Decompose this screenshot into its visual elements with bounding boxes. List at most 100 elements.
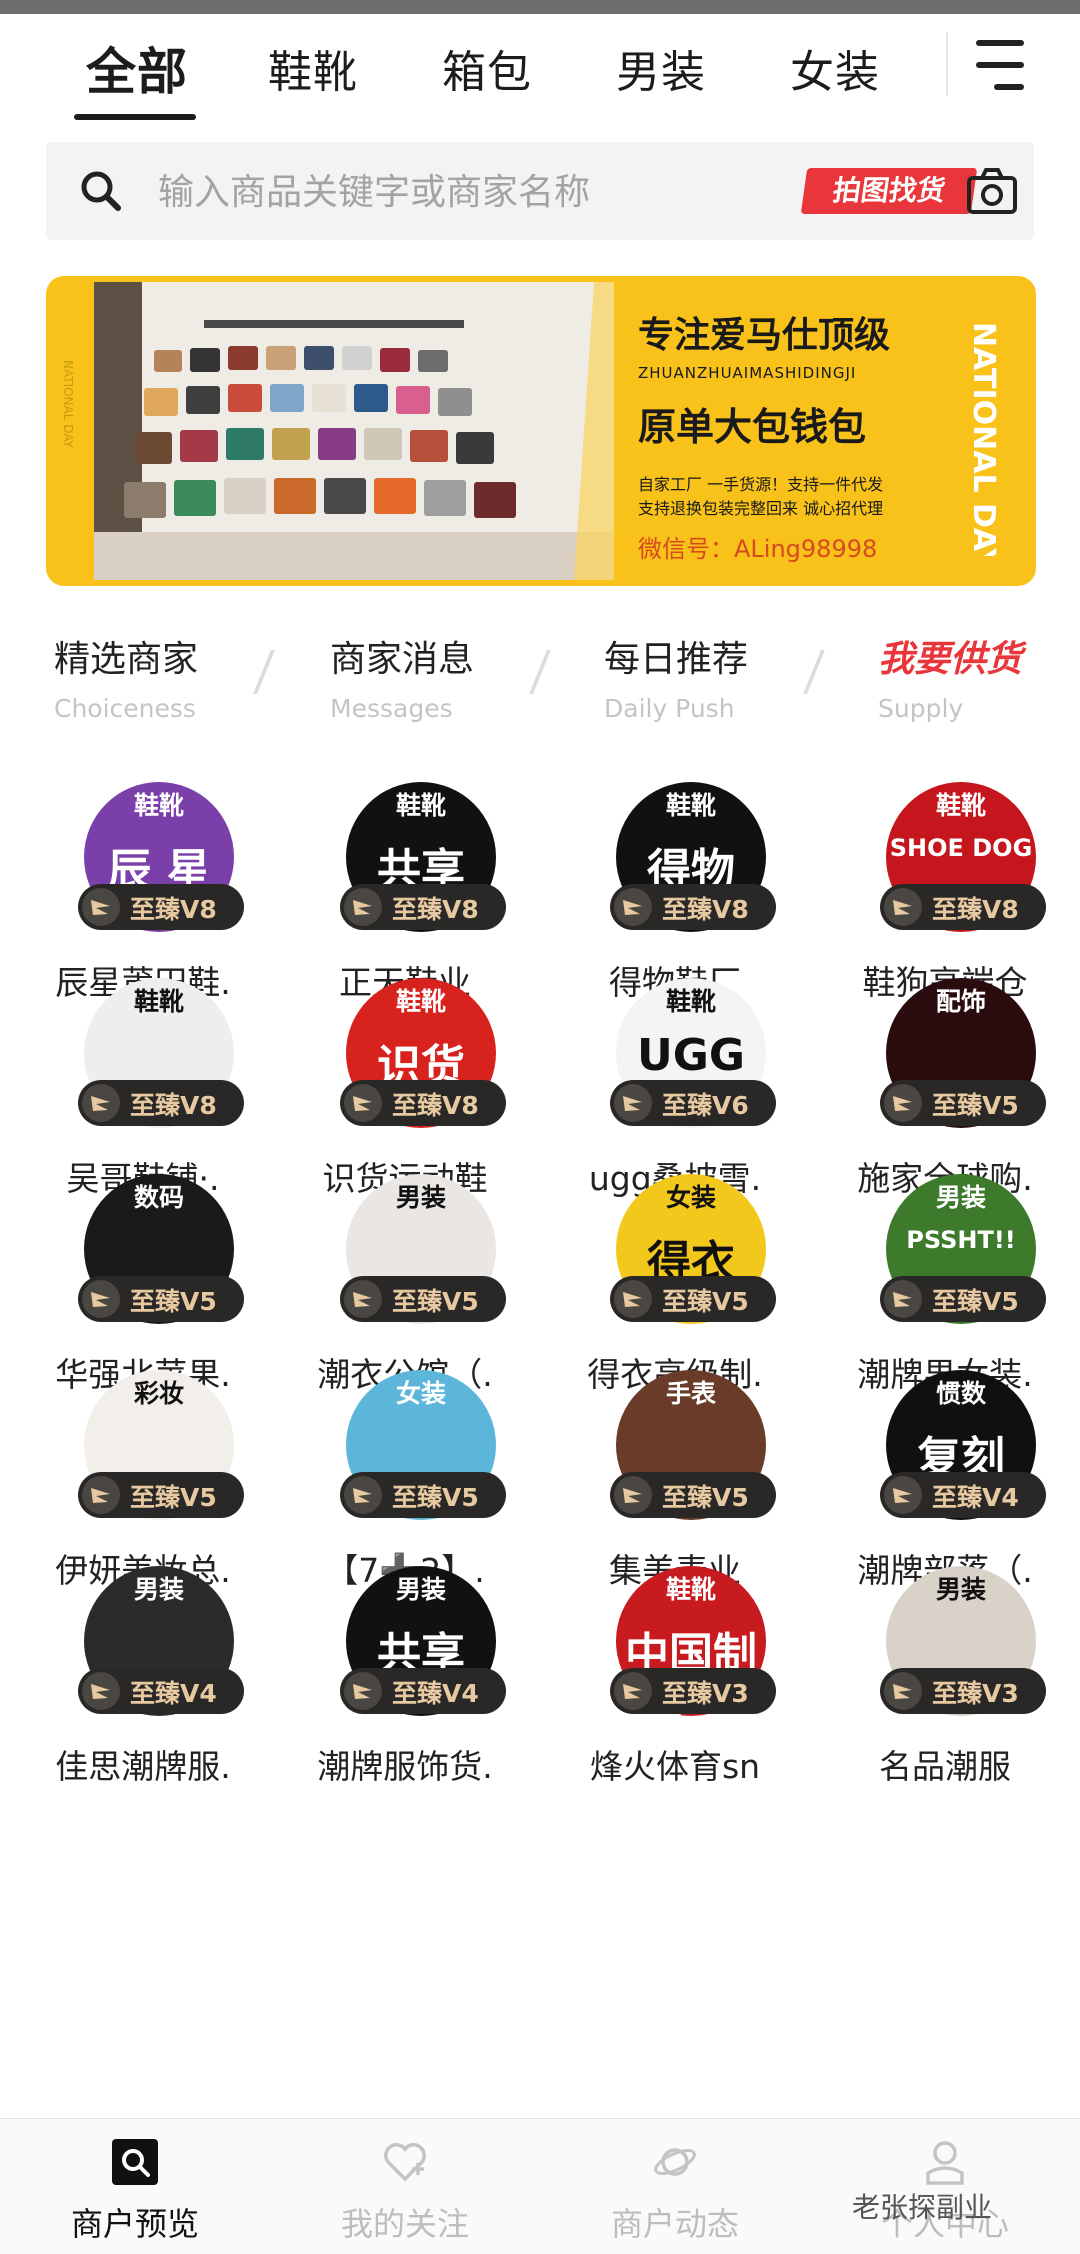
section-choiceness[interactable]: 精选商家 Choiceness [54, 630, 294, 723]
section-title: 每日推荐 [604, 639, 749, 680]
wing-icon [82, 1084, 120, 1122]
section-daily-push[interactable]: 每日推荐 Daily Push [604, 630, 844, 723]
heart-plus-icon [384, 2143, 426, 2182]
merchant-category-tag: 男装 [133, 1575, 184, 1604]
level-badge-label: 至臻V5 [130, 1287, 217, 1316]
banner-pinyin: ZHUANZHUAIMASHIDINGJI [638, 364, 857, 382]
merchant-card[interactable]: 男装 至臻V3 名品潮服 [810, 1554, 1080, 1814]
tab-bags[interactable]: 箱包 [442, 36, 532, 100]
merchant-name: 佳思潮牌服. [55, 1747, 231, 1786]
merchant-category-tag: 鞋靴 [665, 791, 716, 820]
merchant-card[interactable]: 鞋靴中国制造至臻V3烽火体育sn [540, 1554, 810, 1814]
level-badge-label: 至臻V5 [392, 1483, 479, 1512]
section-title: 精选商家 [54, 639, 199, 680]
watermark-text: 老张探副业 [852, 2191, 993, 2224]
banner-desc-1: 自家工厂 一手货源！支持一件代发 [638, 475, 884, 494]
level-badge: 至臻V5 [340, 1276, 506, 1322]
tab-all[interactable]: 全部 [86, 32, 188, 104]
photo-search-button[interactable]: 拍图找货 [800, 168, 978, 214]
merchant-category-tag: 男装 [395, 1183, 446, 1212]
status-strip [0, 0, 1080, 14]
merchant-category-tag: 男装 [935, 1575, 986, 1604]
level-badge-label: 至臻V3 [662, 1679, 749, 1708]
section-subtitle: Choiceness [54, 694, 196, 723]
section-subtitle: Messages [330, 694, 453, 723]
merchant-name: 潮牌服饰货. [317, 1747, 493, 1786]
level-badge-label: 至臻V8 [392, 1091, 479, 1120]
merchant-category-tag: 配饰 [935, 987, 986, 1016]
wing-icon [614, 888, 652, 926]
level-badge-label: 至臻V4 [932, 1483, 1019, 1512]
merchant-name: 烽火体育sn [589, 1747, 761, 1786]
level-badge-label: 至臻V8 [392, 895, 479, 924]
merchant-logo-text: PSSHT!! [906, 1226, 1016, 1254]
person-icon [926, 2141, 964, 2185]
banner-bags-image [94, 282, 614, 580]
level-badge: 至臻V5 [610, 1276, 776, 1322]
wing-icon [884, 1280, 922, 1318]
section-messages[interactable]: 商家消息 Messages [330, 630, 570, 723]
tab-womenswear[interactable]: 女装 [790, 36, 880, 100]
nav-label: 商户动态 [610, 2205, 739, 2243]
level-badge: 至臻V3 [880, 1668, 1046, 1714]
camera-icon[interactable] [966, 166, 1018, 216]
level-badge: 至臻V5 [340, 1472, 506, 1518]
planet-icon [654, 2148, 696, 2176]
level-badge-label: 至臻V4 [392, 1679, 479, 1708]
level-badge: 至臻V8 [880, 884, 1046, 930]
banner-title: 专注爱马仕顶级 [638, 315, 891, 356]
wing-icon [884, 888, 922, 926]
tab-shoes[interactable]: 鞋靴 [268, 36, 358, 100]
wing-icon [884, 1476, 922, 1514]
merchant-category-tag: 彩妆 [133, 1379, 184, 1408]
search-icon [81, 171, 121, 211]
wing-icon [82, 1672, 120, 1710]
wing-icon [614, 1476, 652, 1514]
merchant-category-tag: 数码 [133, 1183, 184, 1212]
section-tabs: 精选商家 Choiceness 商家消息 Messages 每日推荐 Daily… [0, 630, 1080, 740]
merchant-logo-text: UGG [637, 1030, 745, 1081]
level-badge-label: 至臻V8 [130, 895, 217, 924]
level-badge-label: 至臻V5 [392, 1287, 479, 1316]
level-badge-label: 至臻V5 [662, 1483, 749, 1512]
search-icon [112, 2139, 158, 2185]
nav-merchant-preview[interactable]: 商户预览 [0, 2119, 270, 2254]
nav-label: 我的关注 [340, 2205, 469, 2243]
merchant-category-tag: 鞋靴 [665, 1575, 716, 1604]
merchant-category-tag: 惯数 [935, 1379, 986, 1408]
nav-merchant-activity[interactable]: 商户动态 [540, 2119, 810, 2254]
level-badge: 至臻V5 [880, 1080, 1046, 1126]
level-badge: 至臻V4 [880, 1472, 1046, 1518]
wing-icon [344, 888, 382, 926]
level-badge: 至臻V8 [340, 1080, 506, 1126]
wing-icon [884, 1672, 922, 1710]
wing-icon [344, 1476, 382, 1514]
menu-icon[interactable] [972, 40, 1026, 92]
level-badge-label: 至臻V5 [932, 1091, 1019, 1120]
wing-icon [82, 888, 120, 926]
merchant-card[interactable]: 男装 共享 至臻V4 潮牌服饰货. [270, 1554, 540, 1814]
section-title: 商家消息 [330, 639, 475, 680]
merchant-category-tag: 鞋靴 [133, 987, 184, 1016]
svg-text:NATIONAL DAY: NATIONAL DAY [966, 322, 1001, 556]
level-badge: 至臻V5 [610, 1472, 776, 1518]
section-supply[interactable]: 我要供货 Supply [878, 630, 1080, 723]
promo-banner[interactable]: NATIONAL DAY 专注爱马仕顶级 ZHUANZHUAIMASHIDING… [46, 276, 1036, 586]
merchant-category-tag: 鞋靴 [395, 791, 446, 820]
tab-divider [946, 32, 948, 96]
banner-desc-2: 支持退换包装完整回来 诚心招代理 [638, 499, 884, 518]
nav-my-follows[interactable]: 我的关注 [270, 2119, 540, 2254]
merchant-card[interactable]: 男装至臻V4 佳思潮牌服. [8, 1554, 278, 1814]
wing-icon [344, 1672, 382, 1710]
active-tab-indicator [74, 114, 196, 120]
wing-icon [884, 1084, 922, 1122]
level-badge: 至臻V4 [78, 1668, 244, 1714]
category-tabs: 全部 鞋靴 箱包 男装 女装 [0, 14, 1080, 130]
search-input[interactable] [156, 164, 720, 220]
level-badge-label: 至臻V8 [932, 895, 1019, 924]
merchant-category-tag: 女装 [665, 1183, 716, 1212]
merchant-category-tag: 女装 [395, 1379, 446, 1408]
search-bar: 拍图找货 [46, 142, 1034, 240]
tab-menswear[interactable]: 男装 [616, 36, 706, 100]
banner-side-text: NATIONAL DAY [966, 322, 1001, 556]
